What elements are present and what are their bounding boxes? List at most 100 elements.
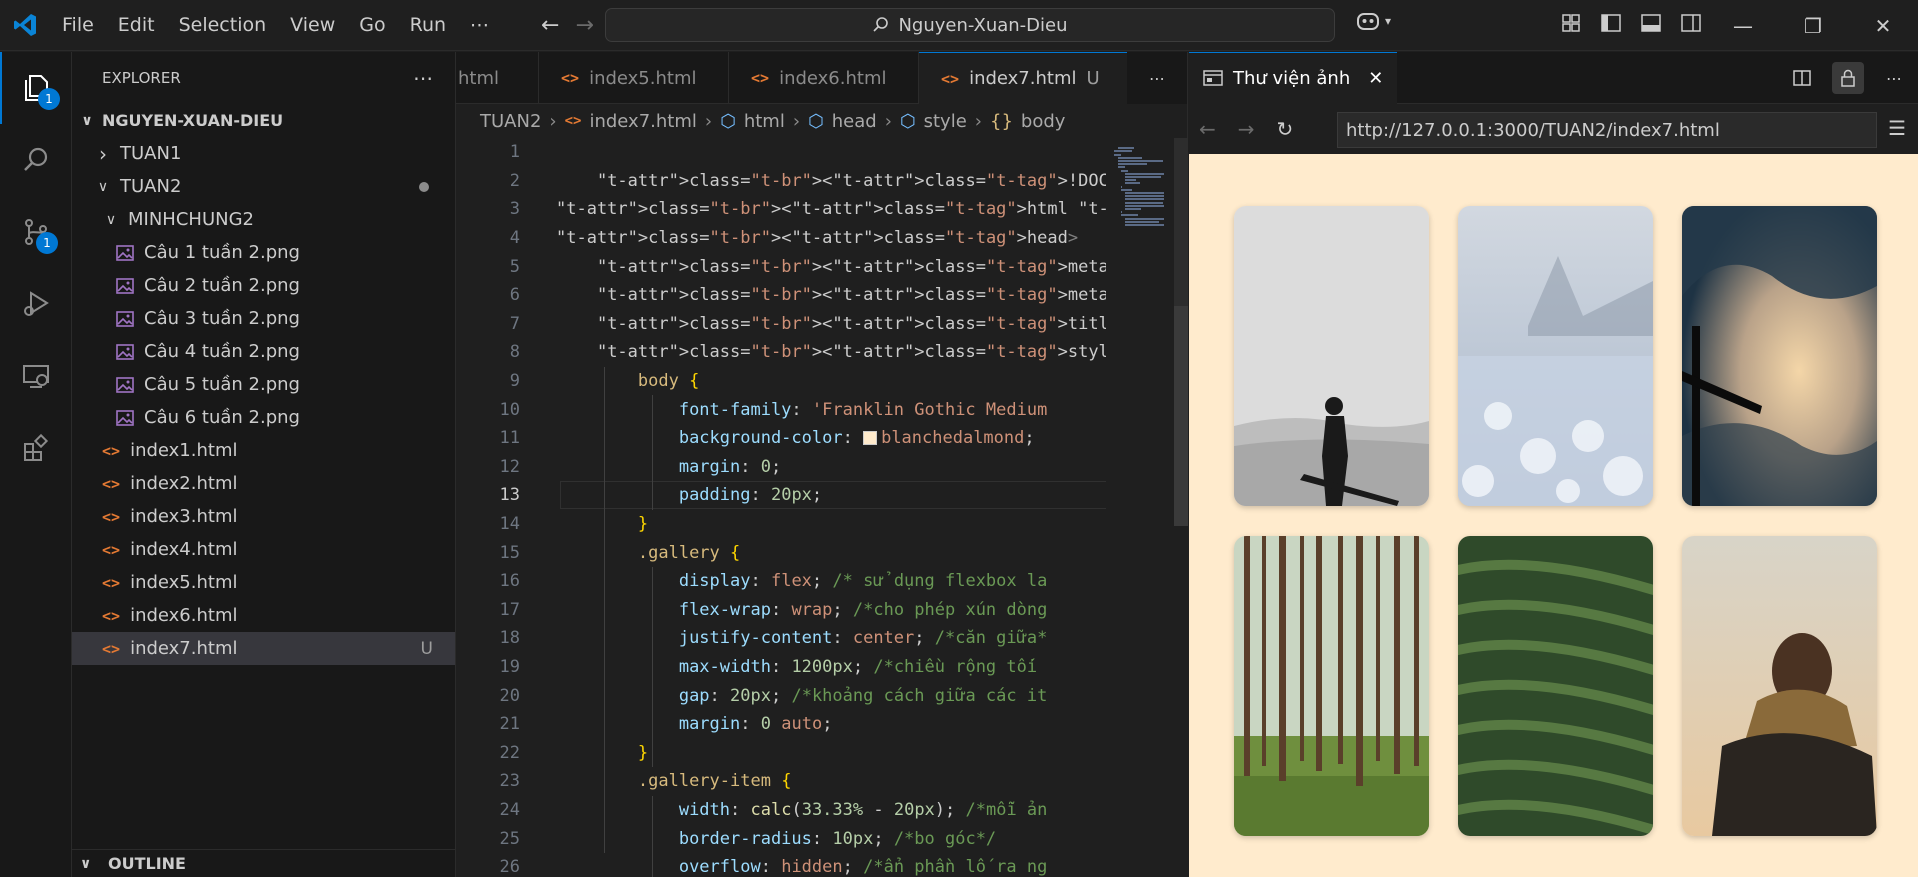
tree-item[interactable]: ∨ MINHCHUNG2 bbox=[72, 203, 455, 236]
minimap[interactable] bbox=[1106, 138, 1171, 877]
breadcrumb-html[interactable]: html bbox=[744, 111, 785, 132]
explorer-more-icon[interactable]: ⋯ bbox=[413, 66, 433, 90]
menu-view[interactable]: View bbox=[278, 14, 347, 36]
code-line[interactable]: 26 overflow: hidden; /*ẩn phần lố ra ng bbox=[456, 853, 1106, 877]
tree-item[interactable]: <> index1.html bbox=[72, 434, 455, 467]
close-icon[interactable]: ✕ bbox=[1848, 0, 1918, 51]
tab-partial[interactable]: html bbox=[456, 52, 539, 104]
code-line[interactable]: 7 "t-attr">class="t-br"><"t-attr">class=… bbox=[456, 310, 1106, 339]
code-line[interactable]: 17 flex-wrap: wrap; /*cho phép xún dòng bbox=[456, 596, 1106, 625]
tab-index7[interactable]: <> index7.html U bbox=[919, 52, 1129, 104]
tree-item[interactable]: Câu 5 tuần 2.png bbox=[72, 368, 455, 401]
menu-selection[interactable]: Selection bbox=[167, 14, 279, 36]
editor-more-icon[interactable]: ⋯ bbox=[1127, 52, 1187, 104]
code-line[interactable]: 24 width: calc(33.33% - 20px); /*mỗi ản bbox=[456, 796, 1106, 825]
extensions-icon bbox=[24, 433, 49, 461]
tree-item[interactable]: <> index3.html bbox=[72, 500, 455, 533]
tree-item[interactable]: <> index6.html bbox=[72, 599, 455, 632]
close-icon[interactable]: ✕ bbox=[1368, 68, 1383, 89]
code-line[interactable]: 10 font-family: 'Franklin Gothic Medium bbox=[456, 395, 1106, 424]
tab-index6[interactable]: <> index6.html bbox=[729, 52, 919, 104]
editor-scrollbar[interactable] bbox=[1172, 138, 1188, 877]
tree-item[interactable]: › TUAN1 bbox=[72, 137, 455, 170]
menu-edit[interactable]: Edit bbox=[106, 14, 167, 36]
scrollbar-thumb[interactable] bbox=[1174, 306, 1188, 526]
tree-item[interactable]: Câu 1 tuần 2.png bbox=[72, 236, 455, 269]
code-line[interactable]: 8 "t-attr">class="t-br"><"t-attr">class=… bbox=[456, 338, 1106, 367]
menu-file[interactable]: File bbox=[50, 14, 106, 36]
code-line[interactable]: 20 gap: 20px; /*khoảng cách giữa các it bbox=[456, 681, 1106, 710]
code-line[interactable]: 18 justify-content: center; /*căn giữa* bbox=[456, 624, 1106, 653]
source-control-activity[interactable]: 1 bbox=[0, 196, 72, 268]
explorer-activity[interactable]: 1 bbox=[0, 52, 72, 124]
code-line[interactable]: 13 padding: 20px; bbox=[456, 481, 1106, 510]
customize-layout-icon[interactable] bbox=[1560, 12, 1582, 34]
back-arrow-icon[interactable]: ← bbox=[1199, 117, 1216, 141]
reload-icon[interactable]: ↻ bbox=[1277, 117, 1294, 141]
breadcrumb-file[interactable]: index7.html bbox=[589, 111, 696, 132]
tree-item[interactable]: Câu 2 tuần 2.png bbox=[72, 269, 455, 302]
tree-item[interactable]: Câu 4 tuần 2.png bbox=[72, 335, 455, 368]
code-line[interactable]: 25 border-radius: 10px; /*bo góc*/ bbox=[456, 824, 1106, 853]
breadcrumb-body[interactable]: body bbox=[1021, 111, 1066, 132]
copilot-menu[interactable]: ▾ bbox=[1355, 10, 1391, 32]
forward-arrow-icon[interactable]: → bbox=[575, 13, 593, 38]
code-line[interactable]: 16 display: flex; /* sử dụng flexbox la bbox=[456, 567, 1106, 596]
toggle-secondary-sidebar-icon[interactable] bbox=[1680, 12, 1702, 34]
tree-item[interactable]: <> index4.html bbox=[72, 533, 455, 566]
code-line[interactable]: 23 .gallery-item { bbox=[456, 767, 1106, 796]
menu-run[interactable]: Run bbox=[398, 14, 458, 36]
tree-item[interactable]: Câu 6 tuần 2.png bbox=[72, 401, 455, 434]
menu-go[interactable]: Go bbox=[347, 14, 397, 36]
tree-item[interactable]: <> index7.html U bbox=[72, 632, 455, 665]
remote-explorer-activity[interactable] bbox=[0, 340, 72, 412]
breadcrumb-head[interactable]: head bbox=[832, 111, 877, 132]
restore-icon[interactable]: ❐ bbox=[1778, 0, 1848, 51]
code-line[interactable]: 14 } bbox=[456, 510, 1106, 539]
extensions-activity[interactable] bbox=[0, 412, 72, 484]
line-number: 1 bbox=[509, 142, 520, 163]
forward-arrow-icon[interactable]: → bbox=[1238, 117, 1255, 141]
workspace-root[interactable]: ∨ NGUYEN-XUAN-DIEU bbox=[72, 104, 455, 137]
breadcrumb-folder[interactable]: TUAN2 bbox=[480, 111, 541, 132]
code-line[interactable]: 22 } bbox=[456, 738, 1106, 767]
split-editor-icon[interactable] bbox=[1786, 62, 1818, 94]
code-line[interactable]: 12 margin: 0; bbox=[456, 453, 1106, 482]
toggle-panel-icon[interactable] bbox=[1640, 12, 1662, 34]
code-line[interactable]: 3 "t-attr">class="t-br"><"t-attr">class="… bbox=[456, 195, 1106, 224]
code-line[interactable]: 2 "t-attr">class="t-br"><"t-attr">class=… bbox=[456, 167, 1106, 196]
toggle-primary-sidebar-icon[interactable] bbox=[1600, 12, 1622, 34]
outline-section[interactable]: ∨ OUTLINE bbox=[72, 849, 456, 877]
code-line[interactable]: 1 bbox=[456, 138, 1106, 167]
indent-guide bbox=[652, 395, 653, 510]
code-line[interactable]: 5 "t-attr">class="t-br"><"t-attr">class=… bbox=[456, 252, 1106, 281]
code-line[interactable]: 21 margin: 0 auto; bbox=[456, 710, 1106, 739]
tree-item[interactable]: <> index2.html bbox=[72, 467, 455, 500]
minimize-icon[interactable]: — bbox=[1708, 0, 1778, 51]
code-area[interactable]: 1 2 "t-attr">class="t-br"><"t-attr">class… bbox=[456, 138, 1106, 877]
lock-icon[interactable] bbox=[1832, 62, 1864, 94]
tree-item[interactable]: <> index5.html bbox=[72, 566, 455, 599]
code-line[interactable]: 11 background-color: blanchedalmond; bbox=[456, 424, 1106, 453]
code-line[interactable]: 15 .gallery { bbox=[456, 538, 1106, 567]
tab-index5[interactable]: <> index5.html bbox=[539, 52, 729, 104]
code-line[interactable]: 19 max-width: 1200px; /*chiều rộng tối bbox=[456, 653, 1106, 682]
breadcrumb-style[interactable]: style bbox=[924, 111, 967, 132]
tree-item[interactable]: ∨ TUAN2 bbox=[72, 170, 455, 203]
code-line[interactable]: 9 body { bbox=[456, 367, 1106, 396]
vscode-logo-icon bbox=[0, 0, 50, 51]
code-line[interactable]: 6 "t-attr">class="t-br"><"t-attr">class=… bbox=[456, 281, 1106, 310]
more-actions-icon[interactable]: ⋯ bbox=[1878, 62, 1910, 94]
hamburger-menu-icon[interactable]: ☰ bbox=[1888, 116, 1906, 140]
search-activity[interactable] bbox=[0, 124, 72, 196]
color-swatch[interactable] bbox=[863, 431, 878, 446]
back-arrow-icon[interactable]: ← bbox=[541, 13, 559, 38]
command-center-search[interactable]: Nguyen-Xuan-Dieu bbox=[605, 8, 1335, 42]
url-input[interactable]: http://127.0.0.1:3000/TUAN2/index7.html bbox=[1337, 112, 1877, 148]
menu-more-icon[interactable]: ⋯ bbox=[458, 14, 501, 36]
line-number: 16 bbox=[499, 571, 520, 592]
browser-tab[interactable]: Thư viện ảnh ✕ bbox=[1189, 51, 1398, 104]
code-line[interactable]: 4 "t-attr">class="t-br"><"t-attr">class="… bbox=[456, 224, 1106, 253]
run-debug-activity[interactable] bbox=[0, 268, 72, 340]
tree-item[interactable]: Câu 3 tuần 2.png bbox=[72, 302, 455, 335]
